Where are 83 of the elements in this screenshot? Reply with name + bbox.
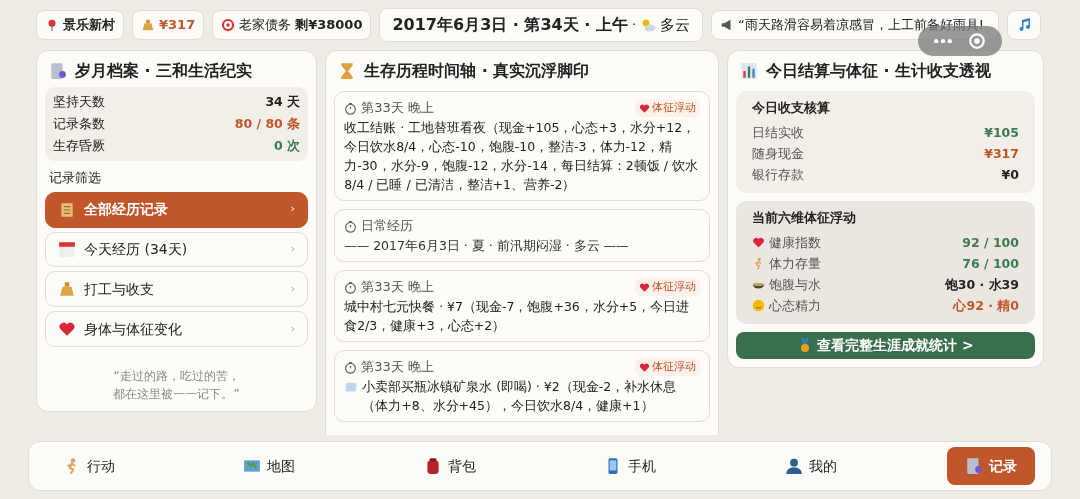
stat-value: 80 / 80 条 xyxy=(234,115,301,133)
chevron-icon: › xyxy=(290,281,296,298)
vitals-badge: 体征浮动 xyxy=(634,98,700,118)
filter-item[interactable]: 身体与体征变化 › xyxy=(45,311,309,347)
document-icon xyxy=(964,457,983,476)
entry-text: —— 2017年6月3日 · 夏 · 前汛期闷湿 · 多云 —— xyxy=(344,237,630,255)
entry-text: 小卖部买瓶冰镇矿泉水 (即喝) · ¥2（现金-2，补水休息（体力+8、水分+45），今日饮水8/4，健康+1） xyxy=(362,378,678,415)
chevron-icon: › xyxy=(290,201,296,218)
document-icon xyxy=(49,62,67,80)
entry-text: 城中村七元快餐 · ¥7（现金-7，饱腹+36，水分+5，今日进食2/3，健康+3，心态+2） xyxy=(344,298,691,335)
cash-amount: ¥317 xyxy=(159,16,196,35)
notice-text: “雨天路滑容易着凉感冒，上工前备好雨具! xyxy=(738,16,985,35)
stat-value: 34 天 xyxy=(265,93,301,111)
more-icon xyxy=(934,38,952,44)
stopwatch-icon xyxy=(344,101,358,115)
nav-tab[interactable]: 行动 xyxy=(45,447,133,486)
chevron-icon: › xyxy=(290,241,296,258)
debt-label: 老家债务 xyxy=(239,16,292,35)
row-value: ¥317 xyxy=(984,144,1019,163)
row-value: 76 / 100 xyxy=(962,254,1019,273)
music-button[interactable] xyxy=(1007,10,1042,40)
row-value: 心92 · 精0 xyxy=(953,296,1019,315)
entry-time: 日常经历 xyxy=(361,217,414,236)
stopwatch-icon xyxy=(344,219,358,233)
location-text: 景乐新村 xyxy=(63,16,115,35)
box-title: 当前六维体征浮动 xyxy=(751,208,857,227)
weather-text: 多云 xyxy=(660,14,691,36)
heart-icon xyxy=(751,235,765,249)
debt-amount: 剩¥38000 xyxy=(295,16,363,35)
row-label: 心态精力 xyxy=(768,296,821,315)
scroll-icon xyxy=(58,200,76,219)
vitals-badge: 体征浮动 xyxy=(634,357,700,377)
row-label: 银行存款 xyxy=(751,165,804,184)
vitals-badge: 体征浮动 xyxy=(634,277,700,297)
career-stats-button[interactable]: 查看完整生涯成就统计 > xyxy=(735,331,1035,359)
quote-text: “走过的路，吃过的苦， xyxy=(113,368,240,385)
panel-title: 岁月档案 · 三和生活纪实 xyxy=(75,60,253,82)
nav-tab[interactable]: 我的 xyxy=(766,447,855,486)
nav-tab[interactable]: 背包 xyxy=(405,447,494,486)
heart-icon xyxy=(638,361,650,373)
stopwatch-icon xyxy=(344,360,358,374)
filter-item[interactable]: 全部经历记录 › xyxy=(45,191,309,228)
separator-dot: · xyxy=(631,16,637,35)
nav-tab[interactable]: 手机 xyxy=(586,447,675,486)
date-text: 2017年6月3日 · 第34天 · 上午 xyxy=(392,14,628,36)
entry-time: 第33天 晚上 xyxy=(361,278,434,297)
stat-value: 0 次 xyxy=(274,137,301,155)
chevron-icon: › xyxy=(290,320,296,338)
heart-icon xyxy=(638,281,650,293)
box-title: 今日收支核算 xyxy=(751,99,831,117)
close-ring-icon xyxy=(968,32,986,50)
smiley-icon xyxy=(751,298,765,312)
row-value: ¥105 xyxy=(984,123,1019,142)
entry-text: 收工结账 · 工地替班看夜（现金+105，心态+3，水分+12，今日饮水8/4，心态-10，饱腹-10，整洁-3，体力-12，精力-30，水分-9，饱腹-12，水分-14，每日结算：2顿饭 / 饮水8/4 / 已睡 / 已清洁，整洁+1、营养-2） xyxy=(344,119,699,194)
stat-label: 坚持天数 xyxy=(53,93,105,111)
row-label: 饱腹与水 xyxy=(768,275,821,294)
row-value: 92 / 100 xyxy=(962,233,1019,252)
stat-label: 记录条数 xyxy=(53,115,105,133)
bar-chart-icon xyxy=(739,62,758,80)
panel-title: 今日结算与体征 · 生计收支透视 xyxy=(765,60,992,82)
nav-tab[interactable]: 记录 xyxy=(946,447,1035,486)
heart-icon xyxy=(638,102,650,114)
row-value: 饱30 · 水39 xyxy=(944,275,1019,294)
calendar-icon xyxy=(58,240,76,259)
row-label: 随身现金 xyxy=(751,144,804,163)
panel-title: 生存历程时间轴 · 真实沉浮脚印 xyxy=(364,60,590,82)
quote-text: 都在这里被一一记下。” xyxy=(113,386,240,403)
partly-cloudy-icon xyxy=(640,17,657,33)
nav-tab[interactable]: 地图 xyxy=(225,447,314,486)
row-label: 日结实收 xyxy=(751,123,804,142)
row-label: 体力存量 xyxy=(768,254,821,273)
stat-label: 生存昏厥 xyxy=(53,137,105,155)
ice-cube-icon xyxy=(344,380,359,394)
target-icon xyxy=(221,18,236,32)
filter-item[interactable]: 今天经历 (34天) › xyxy=(45,231,309,268)
filter-heading: 记录筛选 xyxy=(48,169,102,187)
row-value: ¥0 xyxy=(1001,165,1019,184)
entry-time: 第33天 晚上 xyxy=(361,99,434,118)
row-label: 健康指数 xyxy=(768,233,821,252)
filter-item[interactable]: 打工与收支 › xyxy=(45,271,309,308)
entry-time: 第33天 晚上 xyxy=(361,358,434,377)
user-icon xyxy=(784,457,803,476)
stopwatch-icon xyxy=(344,280,358,294)
